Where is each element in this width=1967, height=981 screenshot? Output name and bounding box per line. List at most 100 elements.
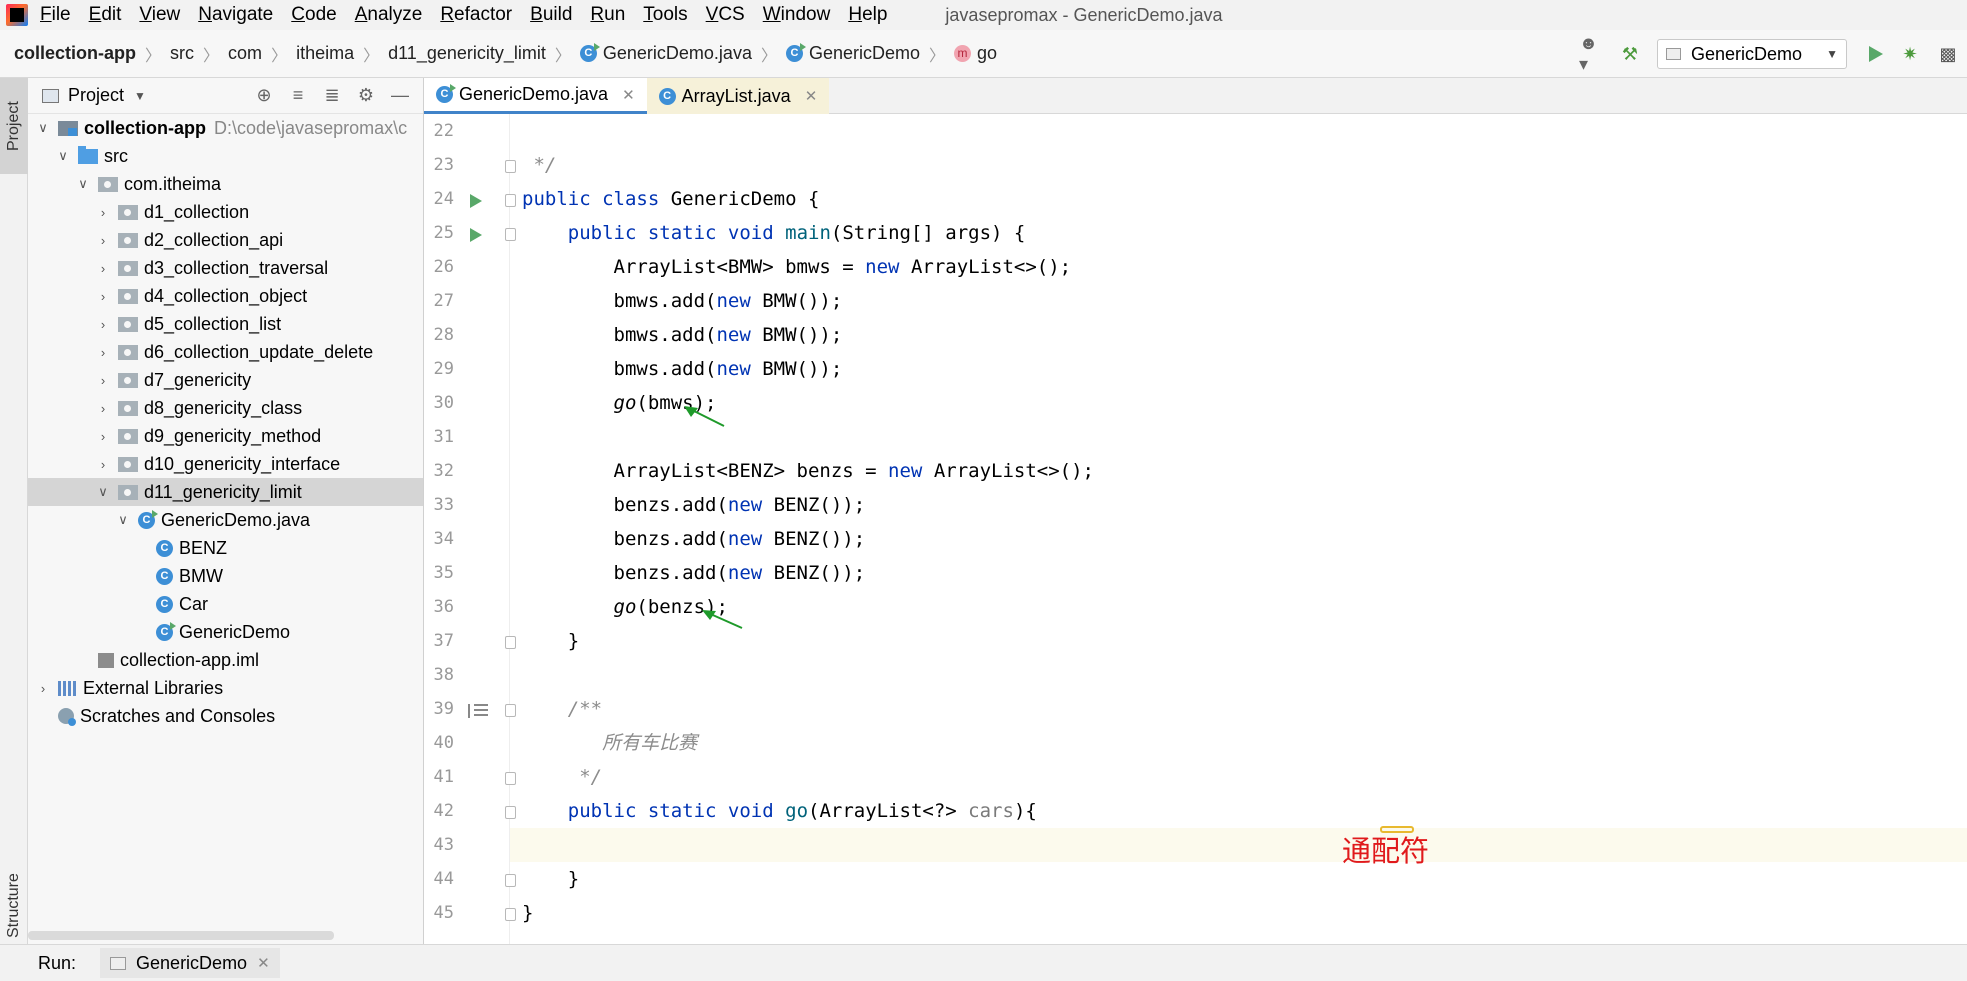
run-configuration-select[interactable]: GenericDemo ▼ bbox=[1657, 39, 1847, 69]
tree-item-folder[interactable]: › d10_genericity_interface bbox=[28, 450, 423, 478]
chevron-right-icon: › bbox=[100, 232, 106, 248]
close-icon[interactable]: ✕ bbox=[622, 86, 635, 104]
breadcrumb-itheima[interactable]: itheima bbox=[296, 43, 354, 64]
project-tool-tab[interactable]: Project bbox=[0, 78, 28, 174]
tree-item-file[interactable]: ∨ C GenericDemo.java bbox=[28, 506, 423, 534]
navigation-bar: collection-app 〉 src 〉 com 〉 itheima 〉 d… bbox=[0, 30, 1967, 78]
menu-view[interactable]: View bbox=[139, 4, 180, 26]
tree-item-class[interactable]: C Car bbox=[28, 590, 423, 618]
gear-icon[interactable]: ⚙ bbox=[349, 85, 383, 106]
close-icon[interactable]: ✕ bbox=[257, 954, 270, 972]
fold-icon[interactable] bbox=[505, 908, 516, 921]
chevron-down-icon: ∨ bbox=[118, 512, 128, 527]
menu-vcs[interactable]: VCS bbox=[706, 4, 745, 26]
run-tab-genericdemo[interactable]: GenericDemo ✕ bbox=[100, 948, 280, 978]
tree-item-folder[interactable]: › d2_collection_api bbox=[28, 226, 423, 254]
tree-item-package[interactable]: ∨ com.itheima bbox=[28, 170, 423, 198]
tree-item-folder[interactable]: › d4_collection_object bbox=[28, 282, 423, 310]
tree-item-folder[interactable]: › d6_collection_update_delete bbox=[28, 338, 423, 366]
tree-item-folder[interactable]: › d7_genericity bbox=[28, 366, 423, 394]
fold-icon[interactable] bbox=[505, 636, 516, 649]
menu-analyze[interactable]: Analyze bbox=[355, 4, 423, 26]
java-class-icon: C bbox=[138, 509, 158, 529]
menu-window[interactable]: Window bbox=[763, 4, 831, 26]
run-coverage-icon[interactable]: ▩ bbox=[1935, 41, 1961, 67]
tree-item-class[interactable]: C GenericDemo bbox=[28, 618, 423, 646]
tree-item-class[interactable]: C BMW bbox=[28, 562, 423, 590]
chevron-right-icon: › bbox=[100, 400, 106, 416]
build-hammer-icon[interactable]: ⚒ bbox=[1617, 41, 1643, 67]
line-number: 23 bbox=[433, 155, 454, 175]
close-icon[interactable]: ✕ bbox=[805, 87, 818, 105]
menu-help[interactable]: Help bbox=[848, 4, 887, 26]
tree-item-folder-selected[interactable]: ∨ d11_genericity_limit bbox=[28, 478, 423, 506]
fold-icon[interactable] bbox=[505, 704, 516, 717]
collapse-all-icon[interactable]: ≣ bbox=[315, 85, 349, 106]
run-icon[interactable] bbox=[1869, 46, 1883, 62]
tree-item-external-libraries[interactable]: › External Libraries bbox=[28, 674, 423, 702]
chevron-down-icon: ∨ bbox=[38, 120, 48, 135]
fold-icon[interactable] bbox=[505, 194, 516, 207]
expand-all-icon[interactable]: ≡ bbox=[281, 85, 315, 106]
menu-code[interactable]: Code bbox=[291, 4, 336, 26]
tree-item-folder[interactable]: › d3_collection_traversal bbox=[28, 254, 423, 282]
tree-item-folder[interactable]: › d5_collection_list bbox=[28, 310, 423, 338]
menu-navigate[interactable]: Navigate bbox=[198, 4, 273, 26]
code-line: ArrayList<BENZ> benzs = new ArrayList<>(… bbox=[522, 460, 1094, 482]
tab-label: ArrayList.java bbox=[681, 85, 791, 106]
breadcrumb-package[interactable]: d11_genericity_limit bbox=[388, 43, 546, 64]
tree-item-scratches[interactable]: Scratches and Consoles bbox=[28, 702, 423, 730]
tree-item-iml[interactable]: collection-app.iml bbox=[28, 646, 423, 674]
fold-icon[interactable] bbox=[505, 160, 516, 173]
code-line: benzs.add(new BENZ()); bbox=[522, 494, 866, 516]
menu-file[interactable]: File bbox=[40, 4, 71, 26]
render-doc-icon[interactable] bbox=[468, 704, 488, 718]
green-arrow-icon bbox=[684, 406, 725, 427]
code-line: 所有车比赛 bbox=[522, 732, 698, 754]
breadcrumb-method[interactable]: m go bbox=[954, 43, 997, 64]
package-icon bbox=[118, 484, 138, 500]
code-area[interactable]: */ public class GenericDemo { public sta… bbox=[510, 114, 1967, 944]
tree-item-folder[interactable]: › d9_genericity_method bbox=[28, 422, 423, 450]
breadcrumb-file[interactable]: C GenericDemo.java bbox=[579, 43, 752, 64]
chevron-right-icon: › bbox=[100, 288, 106, 304]
package-icon bbox=[118, 344, 138, 360]
breadcrumb-separator-icon: 〉 bbox=[554, 47, 571, 65]
tree-item-class[interactable]: C BENZ bbox=[28, 534, 423, 562]
chevron-down-icon[interactable]: ▼ bbox=[134, 89, 146, 103]
user-account-icon[interactable]: ☻▾ bbox=[1579, 33, 1605, 74]
chevron-right-icon: › bbox=[100, 204, 106, 220]
project-panel-title[interactable]: Project bbox=[68, 85, 124, 106]
menu-refactor[interactable]: Refactor bbox=[440, 4, 512, 26]
breadcrumb-class[interactable]: C GenericDemo bbox=[785, 43, 920, 64]
tree-label: BMW bbox=[179, 565, 223, 586]
fold-icon[interactable] bbox=[505, 228, 516, 241]
locate-target-icon[interactable]: ⊕ bbox=[247, 85, 281, 106]
horizontal-scrollbar[interactable] bbox=[28, 931, 334, 940]
menu-tools[interactable]: Tools bbox=[643, 4, 687, 26]
fold-icon[interactable] bbox=[505, 772, 516, 785]
run-config-icon bbox=[1666, 48, 1681, 60]
menu-edit[interactable]: Edit bbox=[89, 4, 122, 26]
menu-run[interactable]: Run bbox=[590, 4, 625, 26]
fold-icon[interactable] bbox=[505, 874, 516, 887]
run-gutter-icon[interactable] bbox=[470, 228, 482, 242]
menu-build[interactable]: Build bbox=[530, 4, 572, 26]
structure-tool-tab[interactable]: Structure bbox=[0, 868, 28, 944]
run-gutter-icon[interactable] bbox=[470, 194, 482, 208]
breadcrumb-src[interactable]: src bbox=[170, 43, 194, 64]
debug-bug-icon[interactable]: ✷ bbox=[1897, 41, 1923, 67]
fold-icon[interactable] bbox=[505, 806, 516, 819]
breadcrumb-project[interactable]: collection-app bbox=[14, 43, 136, 64]
tree-item-src[interactable]: ∨ src bbox=[28, 142, 423, 170]
tree-item-folder[interactable]: › d1_collection bbox=[28, 198, 423, 226]
tree-item-folder[interactable]: › d8_genericity_class bbox=[28, 394, 423, 422]
tree-item-root[interactable]: ∨ collection-app D:\code\javasepromax\c bbox=[28, 114, 423, 142]
run-tool-bar: Run: GenericDemo ✕ bbox=[0, 944, 1967, 981]
code-line: benzs.add(new BENZ()); bbox=[522, 562, 866, 584]
breadcrumb-com[interactable]: com bbox=[228, 43, 262, 64]
tab-genericdemo[interactable]: C GenericDemo.java ✕ bbox=[424, 78, 647, 114]
minimize-icon[interactable]: — bbox=[383, 85, 417, 106]
tab-arraylist[interactable]: C ArrayList.java ✕ bbox=[646, 78, 830, 114]
line-number: 24 bbox=[433, 189, 454, 209]
